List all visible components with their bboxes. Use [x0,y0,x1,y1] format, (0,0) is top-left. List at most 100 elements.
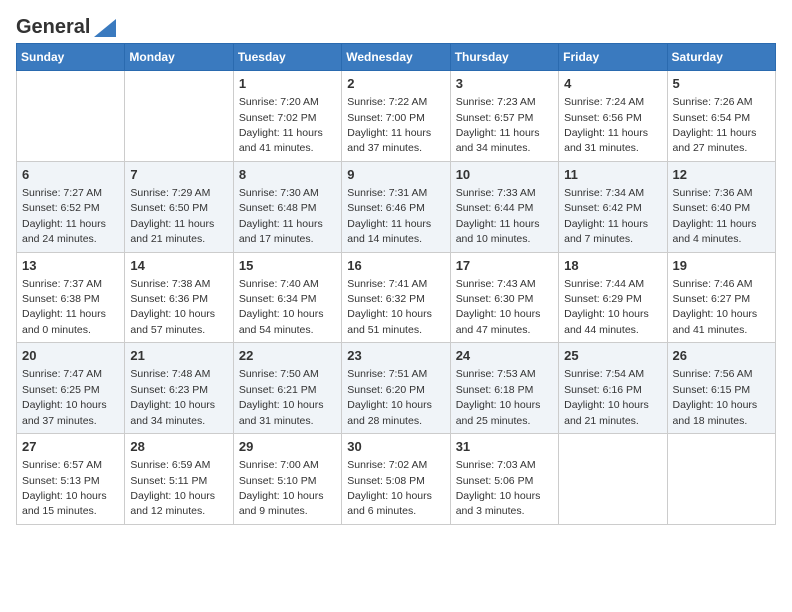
day-number: 19 [673,257,770,275]
calendar-cell: 28Sunrise: 6:59 AMSunset: 5:11 PMDayligh… [125,434,233,525]
calendar-cell: 22 Sunrise: 7:50 AMSunset: 6:21 PMDayligh… [233,343,341,434]
calendar-cell [17,71,125,162]
logo-icon [94,19,116,37]
day-number: 18 [564,257,661,275]
calendar-cell: 20Sunrise: 7:47 AMSunset: 6:25 PMDayligh… [17,343,125,434]
calendar-cell: 13Sunrise: 7:37 AMSunset: 6:38 PMDayligh… [17,252,125,343]
day-number: 30 [347,438,444,456]
calendar-cell: 5 Sunrise: 7:26 AMSunset: 6:54 PMDaylight… [667,71,775,162]
day-number: 21 [130,347,227,365]
day-number: 27 [22,438,119,456]
cell-content: Sunrise: 7:56 AMSunset: 6:15 PMDaylight:… [673,368,758,426]
header-friday: Friday [559,44,667,71]
calendar-cell: 15Sunrise: 7:40 AMSunset: 6:34 PMDayligh… [233,252,341,343]
day-number: 20 [22,347,119,365]
calendar-table: SundayMondayTuesdayWednesdayThursdayFrid… [16,43,776,525]
day-number: 23 [347,347,444,365]
cell-content: Sunrise: 7:43 AMSunset: 6:30 PMDaylight:… [456,278,541,336]
cell-content: Sunrise: 7:03 AMSunset: 5:06 PMDaylight:… [456,459,541,517]
cell-content: Sunrise: 7:48 AMSunset: 6:23 PMDaylight:… [130,368,215,426]
day-number: 10 [456,166,553,184]
day-number: 17 [456,257,553,275]
cell-content: Sunrise: 7:29 AMSunset: 6:50 PMDaylight:… [130,187,214,245]
header-wednesday: Wednesday [342,44,450,71]
day-number: 26 [673,347,770,365]
week-row-3: 13Sunrise: 7:37 AMSunset: 6:38 PMDayligh… [17,252,776,343]
cell-content: Sunrise: 7:53 AMSunset: 6:18 PMDaylight:… [456,368,541,426]
logo: General [16,16,116,35]
calendar-cell: 31Sunrise: 7:03 AMSunset: 5:06 PMDayligh… [450,434,558,525]
cell-content: Sunrise: 7:31 AMSunset: 6:46 PMDaylight:… [347,187,431,245]
header-saturday: Saturday [667,44,775,71]
header-monday: Monday [125,44,233,71]
calendar-cell: 21 Sunrise: 7:48 AMSunset: 6:23 PMDayligh… [125,343,233,434]
cell-content: Sunrise: 7:23 AMSunset: 6:57 PMDaylight:… [456,96,540,154]
week-row-2: 6 Sunrise: 7:27 AMSunset: 6:52 PMDaylight… [17,161,776,252]
calendar-cell: 24Sunrise: 7:53 AMSunset: 6:18 PMDayligh… [450,343,558,434]
calendar-cell: 29 Sunrise: 7:00 AMSunset: 5:10 PMDayligh… [233,434,341,525]
calendar-cell: 17 Sunrise: 7:43 AMSunset: 6:30 PMDayligh… [450,252,558,343]
calendar-cell: 1 Sunrise: 7:20 AMSunset: 7:02 PMDaylight… [233,71,341,162]
calendar-cell: 18 Sunrise: 7:44 AMSunset: 6:29 PMDayligh… [559,252,667,343]
calendar-cell: 3 Sunrise: 7:23 AMSunset: 6:57 PMDaylight… [450,71,558,162]
cell-content: Sunrise: 7:41 AMSunset: 6:32 PMDaylight:… [347,278,432,336]
day-number: 3 [456,75,553,93]
calendar-cell: 27 Sunrise: 6:57 AMSunset: 5:13 PMDayligh… [17,434,125,525]
header-sunday: Sunday [17,44,125,71]
day-number: 25 [564,347,661,365]
calendar-cell: 19 Sunrise: 7:46 AMSunset: 6:27 PMDayligh… [667,252,775,343]
day-number: 9 [347,166,444,184]
cell-content: Sunrise: 7:37 AMSunset: 6:38 PMDaylight:… [22,278,106,336]
day-number: 11 [564,166,661,184]
cell-content: Sunrise: 7:36 AMSunset: 6:40 PMDaylight:… [673,187,757,245]
cell-content: Sunrise: 7:44 AMSunset: 6:29 PMDaylight:… [564,278,649,336]
cell-content: Sunrise: 7:34 AMSunset: 6:42 PMDaylight:… [564,187,648,245]
cell-content: Sunrise: 7:00 AMSunset: 5:10 PMDaylight:… [239,459,324,517]
cell-content: Sunrise: 7:33 AMSunset: 6:44 PMDaylight:… [456,187,540,245]
calendar-cell: 2 Sunrise: 7:22 AMSunset: 7:00 PMDaylight… [342,71,450,162]
calendar-cell: 11 Sunrise: 7:34 AMSunset: 6:42 PMDayligh… [559,161,667,252]
day-number: 16 [347,257,444,275]
day-number: 4 [564,75,661,93]
calendar-cell: 7 Sunrise: 7:29 AMSunset: 6:50 PMDaylight… [125,161,233,252]
calendar-cell [559,434,667,525]
calendar-cell: 8Sunrise: 7:30 AMSunset: 6:48 PMDaylight… [233,161,341,252]
logo-general: General [16,16,90,39]
week-row-5: 27 Sunrise: 6:57 AMSunset: 5:13 PMDayligh… [17,434,776,525]
header-row: SundayMondayTuesdayWednesdayThursdayFrid… [17,44,776,71]
calendar-cell: 16 Sunrise: 7:41 AMSunset: 6:32 PMDayligh… [342,252,450,343]
header-tuesday: Tuesday [233,44,341,71]
day-number: 7 [130,166,227,184]
calendar-cell: 6 Sunrise: 7:27 AMSunset: 6:52 PMDaylight… [17,161,125,252]
cell-content: Sunrise: 7:20 AMSunset: 7:02 PMDaylight:… [239,96,323,154]
cell-content: Sunrise: 7:22 AMSunset: 7:00 PMDaylight:… [347,96,431,154]
calendar-cell: 14Sunrise: 7:38 AMSunset: 6:36 PMDayligh… [125,252,233,343]
cell-content: Sunrise: 7:24 AMSunset: 6:56 PMDaylight:… [564,96,648,154]
calendar-cell: 10 Sunrise: 7:33 AMSunset: 6:44 PMDayligh… [450,161,558,252]
day-number: 6 [22,166,119,184]
header-thursday: Thursday [450,44,558,71]
page-header: General [16,16,776,35]
cell-content: Sunrise: 7:26 AMSunset: 6:54 PMDaylight:… [673,96,757,154]
calendar-cell: 9 Sunrise: 7:31 AMSunset: 6:46 PMDaylight… [342,161,450,252]
cell-content: Sunrise: 6:57 AMSunset: 5:13 PMDaylight:… [22,459,107,517]
cell-content: Sunrise: 7:38 AMSunset: 6:36 PMDaylight:… [130,278,215,336]
cell-content: Sunrise: 6:59 AMSunset: 5:11 PMDaylight:… [130,459,215,517]
day-number: 2 [347,75,444,93]
day-number: 29 [239,438,336,456]
calendar-cell: 12Sunrise: 7:36 AMSunset: 6:40 PMDayligh… [667,161,775,252]
cell-content: Sunrise: 7:50 AMSunset: 6:21 PMDaylight:… [239,368,324,426]
calendar-cell: 23Sunrise: 7:51 AMSunset: 6:20 PMDayligh… [342,343,450,434]
day-number: 15 [239,257,336,275]
cell-content: Sunrise: 7:54 AMSunset: 6:16 PMDaylight:… [564,368,649,426]
day-number: 22 [239,347,336,365]
day-number: 1 [239,75,336,93]
calendar-cell: 30Sunrise: 7:02 AMSunset: 5:08 PMDayligh… [342,434,450,525]
cell-content: Sunrise: 7:46 AMSunset: 6:27 PMDaylight:… [673,278,758,336]
week-row-1: 1 Sunrise: 7:20 AMSunset: 7:02 PMDaylight… [17,71,776,162]
calendar-cell [667,434,775,525]
cell-content: Sunrise: 7:27 AMSunset: 6:52 PMDaylight:… [22,187,106,245]
calendar-cell: 4 Sunrise: 7:24 AMSunset: 6:56 PMDaylight… [559,71,667,162]
day-number: 5 [673,75,770,93]
calendar-cell: 26 Sunrise: 7:56 AMSunset: 6:15 PMDayligh… [667,343,775,434]
